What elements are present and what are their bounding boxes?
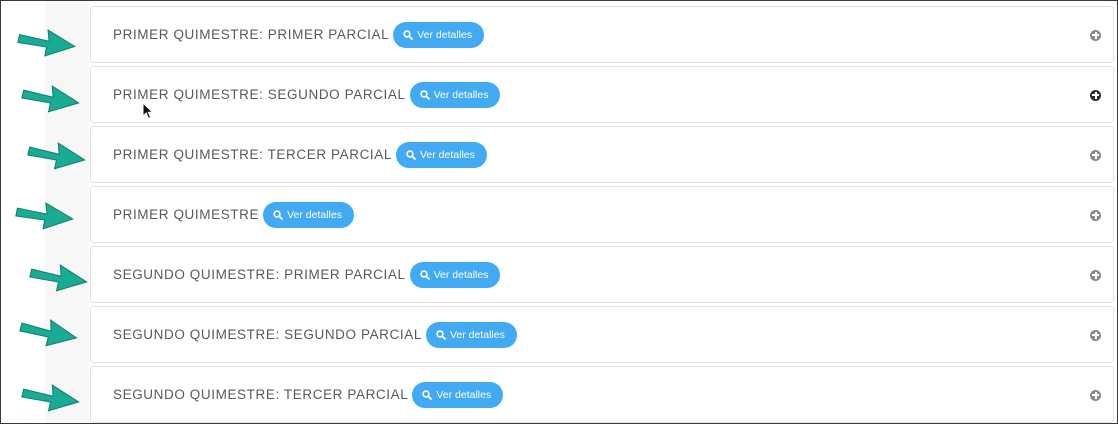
panel-title: PRIMER QUIMESTRE: SEGUNDO PARCIAL [113, 87, 406, 102]
arrow-right-icon [21, 85, 80, 113]
panel-title: SEGUNDO QUIMESTRE: TERCER PARCIAL [113, 387, 409, 402]
button-label: Ver detalles [436, 388, 492, 401]
plus-circle-icon[interactable] [1090, 29, 1101, 41]
plus-circle-icon[interactable] [1090, 389, 1101, 401]
panel-header[interactable]: SEGUNDO QUIMESTRE: PRIMER PARCIAL Ver de… [90, 246, 1114, 303]
panel-title: PRIMER QUIMESTRE: TERCER PARCIAL [113, 147, 392, 162]
ver-detalles-button[interactable]: Ver detalles [409, 81, 501, 108]
panel-list: PRIMER QUIMESTRE: PRIMER PARCIAL Ver det… [90, 6, 1114, 423]
button-label: Ver detalles [417, 28, 473, 41]
panel-title: PRIMER QUIMESTRE: PRIMER PARCIAL [113, 27, 390, 42]
arrow-right-icon [19, 319, 78, 347]
arrow-right-icon [15, 202, 74, 230]
panel-header[interactable]: SEGUNDO QUIMESTRE: SEGUNDO PARCIAL Ver d… [90, 306, 1114, 363]
panel-header[interactable]: PRIMER QUIMESTRE Ver detalles [90, 186, 1114, 243]
button-label: Ver detalles [420, 148, 475, 161]
search-icon [419, 89, 430, 100]
screenshot-frame: PRIMER QUIMESTRE: PRIMER PARCIAL Ver det… [0, 0, 1118, 424]
ver-detalles-button[interactable]: Ver detalles [263, 201, 354, 228]
panel-title: SEGUNDO QUIMESTRE: PRIMER PARCIAL [113, 267, 406, 282]
panel-header[interactable]: PRIMER QUIMESTRE: TERCER PARCIAL Ver det… [90, 126, 1114, 183]
ver-detalles-button[interactable]: Ver detalles [412, 381, 504, 408]
search-icon [273, 209, 284, 220]
search-icon [436, 329, 446, 340]
panel-header[interactable]: PRIMER QUIMESTRE: SEGUNDO PARCIAL Ver de… [90, 66, 1114, 123]
search-icon [403, 29, 414, 40]
arrow-right-icon [21, 384, 80, 412]
annotation-gutter [1, 1, 89, 423]
arrow-right-icon [27, 142, 86, 170]
button-label: Ver detalles [287, 208, 342, 221]
ver-detalles-button[interactable]: Ver detalles [425, 321, 517, 348]
ver-detalles-button[interactable]: Ver detalles [393, 21, 485, 48]
panel-title: PRIMER QUIMESTRE [113, 207, 260, 222]
panel-header[interactable]: PRIMER QUIMESTRE: PRIMER PARCIAL Ver det… [90, 6, 1114, 63]
mouse-pointer-icon [142, 102, 154, 120]
arrow-right-icon [17, 29, 76, 57]
plus-circle-icon[interactable] [1090, 329, 1101, 341]
plus-circle-icon[interactable] [1090, 269, 1101, 281]
button-label: Ver detalles [433, 268, 489, 281]
ver-detalles-button[interactable]: Ver detalles [396, 141, 487, 168]
search-icon [419, 269, 430, 280]
arrow-right-icon [29, 264, 88, 292]
search-icon [406, 149, 416, 160]
button-label: Ver detalles [433, 88, 489, 101]
plus-circle-icon[interactable] [1090, 89, 1101, 101]
panel-header[interactable]: SEGUNDO QUIMESTRE: TERCER PARCIAL Ver de… [90, 366, 1114, 423]
ver-detalles-button[interactable]: Ver detalles [409, 261, 501, 288]
panel-title: SEGUNDO QUIMESTRE: SEGUNDO PARCIAL [113, 327, 422, 342]
plus-circle-icon[interactable] [1090, 209, 1101, 221]
plus-circle-icon[interactable] [1090, 149, 1101, 161]
search-icon [422, 389, 433, 400]
button-label: Ver detalles [449, 328, 505, 341]
